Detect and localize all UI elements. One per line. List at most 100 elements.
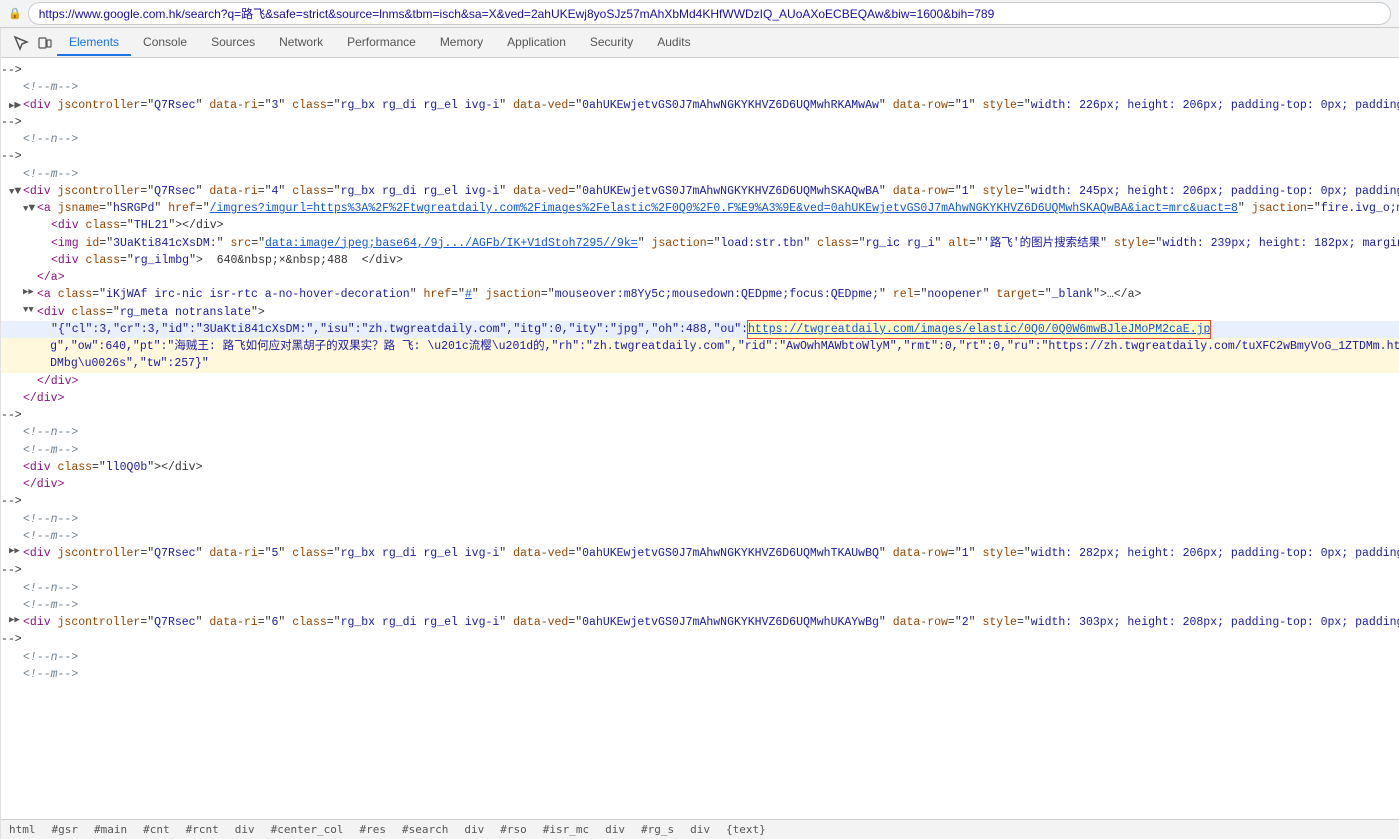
html-line: ▶ <div jscontroller="Q7Rsec" data-ri="3"… (1, 97, 1399, 114)
html-attr-value: Q7Rsec (154, 614, 195, 631)
html-attr: href (424, 286, 452, 303)
statusbar-item[interactable]: #search (402, 823, 448, 836)
html-line: <!--m--> (1, 528, 1399, 545)
html-tag: <div (51, 252, 86, 269)
html-line: </div> (1, 390, 1399, 407)
html-attr: class (58, 286, 93, 303)
html-attr: alt (948, 235, 969, 252)
html-tag: </div> (23, 390, 64, 407)
html-comment: <!--m--> (23, 442, 78, 459)
expand-arrow[interactable]: ▼ (23, 304, 37, 318)
devtools-toolbar: Elements Console Sources Network Perform… (1, 28, 1399, 58)
statusbar-item[interactable]: div (235, 823, 255, 836)
statusbar-item[interactable]: {text} (726, 823, 766, 836)
tab-audits[interactable]: Audits (645, 30, 702, 56)
html-attr-value: 6 (272, 614, 279, 631)
expand-arrow[interactable]: ▶ (9, 97, 23, 114)
html-attr: jscontroller (58, 183, 141, 200)
statusbar-item[interactable]: div (464, 823, 484, 836)
html-attr: data-row (893, 183, 948, 200)
html-attr: class (292, 545, 327, 562)
html-attr-value: THL21 (134, 217, 169, 234)
html-tag: <div (23, 459, 58, 476)
html-attr-value: _blank (1052, 286, 1093, 303)
html-attr-href[interactable]: # (465, 286, 472, 303)
html-line: ▼ <a jsname="hSRGPd" href="/imgres?imgur… (1, 200, 1399, 217)
device-toggle-button[interactable] (33, 31, 57, 55)
inspect-element-button[interactable] (9, 31, 33, 55)
html-attr-value: 1 (962, 97, 969, 114)
html-attr-value: width: 245px; height: 206px; padding-top… (1031, 183, 1399, 200)
tab-memory[interactable]: Memory (428, 30, 495, 56)
tab-elements[interactable]: Elements (57, 30, 131, 56)
statusbar-item[interactable]: #cnt (143, 823, 170, 836)
html-line: ▼ <div class="rg_meta notranslate"> (1, 304, 1399, 321)
statusbar-item[interactable]: div (605, 823, 625, 836)
expand-arrow[interactable]: ▼ (23, 200, 37, 217)
statusbar-item[interactable]: #res (359, 823, 386, 836)
html-attr: data-ri (209, 97, 257, 114)
statusbar-item[interactable]: div (690, 823, 710, 836)
tab-network[interactable]: Network (267, 30, 335, 56)
expand-arrow[interactable]: ▶ (9, 614, 23, 628)
url-bar[interactable]: https://www.google.com.hk/search?q=路飞&sa… (28, 2, 1391, 25)
html-line: ▶ <a class="iKjWAf irc-nic isr-rtc a-no-… (1, 286, 1399, 303)
highlighted-url[interactable]: https://twgreatdaily.com/images/elastic/… (748, 321, 1210, 338)
html-comment: <!--n--> (23, 649, 78, 666)
html-attr: src (230, 235, 251, 252)
html-attr-value: Q7Rsec (154, 183, 195, 200)
html-line: <div class="THL21"></div> (1, 217, 1399, 234)
html-attr-value: 3UaKti841cXsDM: (113, 235, 217, 252)
html-attr: rel (893, 286, 914, 303)
statusbar-item[interactable]: html (9, 823, 36, 836)
tab-application[interactable]: Application (495, 30, 578, 56)
expand-arrow[interactable]: ▼ (9, 183, 23, 200)
tab-console[interactable]: Console (131, 30, 199, 56)
statusbar-item[interactable]: #rg_s (641, 823, 674, 836)
html-attr-value: rg_bx rg_di rg_el ivg-i (341, 183, 500, 200)
expand-arrow[interactable]: ▶ (23, 286, 37, 300)
tab-security[interactable]: Security (578, 30, 645, 56)
html-attr: class (86, 217, 121, 234)
html-attr: class (86, 252, 121, 269)
html-line-selected: "{"cl":3,"cr":3,"id":"3UaKti841cXsDM:","… (1, 321, 1399, 338)
html-tag: </a> (37, 269, 65, 286)
html-line: </div> (1, 476, 1399, 493)
html-line: <!--m--> (1, 597, 1399, 614)
html-tag: <div (23, 97, 58, 114)
html-line: <!--n--> (1, 131, 1399, 148)
expand-arrow[interactable]: ▶ (9, 545, 23, 559)
html-attr: jscontroller (58, 614, 141, 631)
statusbar-item[interactable]: #main (94, 823, 127, 836)
devtools-content[interactable]: --> <!--m--> ▶ <div jscontroller="Q7Rsec… (1, 58, 1399, 819)
statusbar-item[interactable]: #rso (500, 823, 527, 836)
html-attr-value: mouseover:m8Yy5c;mousedown:QEDpme;focus:… (555, 286, 879, 303)
tab-sources[interactable]: Sources (199, 30, 267, 56)
html-line: <img id="3UaKti841cXsDM:" src="data:imag… (1, 235, 1399, 252)
statusbar-item[interactable]: #center_col (271, 823, 344, 836)
html-line: <!--n--> (1, 580, 1399, 597)
html-tag: <img (51, 235, 86, 252)
html-attr: jsname (58, 200, 99, 217)
html-attr: style (982, 183, 1017, 200)
html-attr-value: 1 (962, 545, 969, 562)
html-attr-value: width: 303px; height: 208px; padding-top… (1031, 614, 1399, 631)
html-attr-value: noopener (927, 286, 982, 303)
html-attr: class (817, 235, 852, 252)
html-attr-value: ll0Q0b (106, 459, 147, 476)
html-attr: class (292, 614, 327, 631)
browser-toolbar: 🔒 https://www.google.com.hk/search?q=路飞&… (0, 0, 1399, 28)
html-comment: <!--n--> (23, 511, 78, 528)
statusbar-item[interactable]: #gsr (52, 823, 79, 836)
html-attr: data-row (893, 614, 948, 631)
tab-performance[interactable]: Performance (335, 30, 428, 56)
html-attr: data-ved (513, 614, 568, 631)
html-attr: href (168, 200, 196, 217)
statusbar-item[interactable]: #rcnt (186, 823, 219, 836)
html-attr-src[interactable]: data:image/jpeg;base64,/9j.../AGFb/IK+V1… (265, 235, 638, 252)
html-tag: <a (37, 286, 58, 303)
html-tag: </div> (37, 373, 78, 390)
html-attr: data-row (893, 545, 948, 562)
html-attr-href[interactable]: /imgres?imgurl=https%3A%2F%2Ftwgreatdail… (210, 200, 1238, 217)
statusbar-item[interactable]: #isr_mc (543, 823, 589, 836)
